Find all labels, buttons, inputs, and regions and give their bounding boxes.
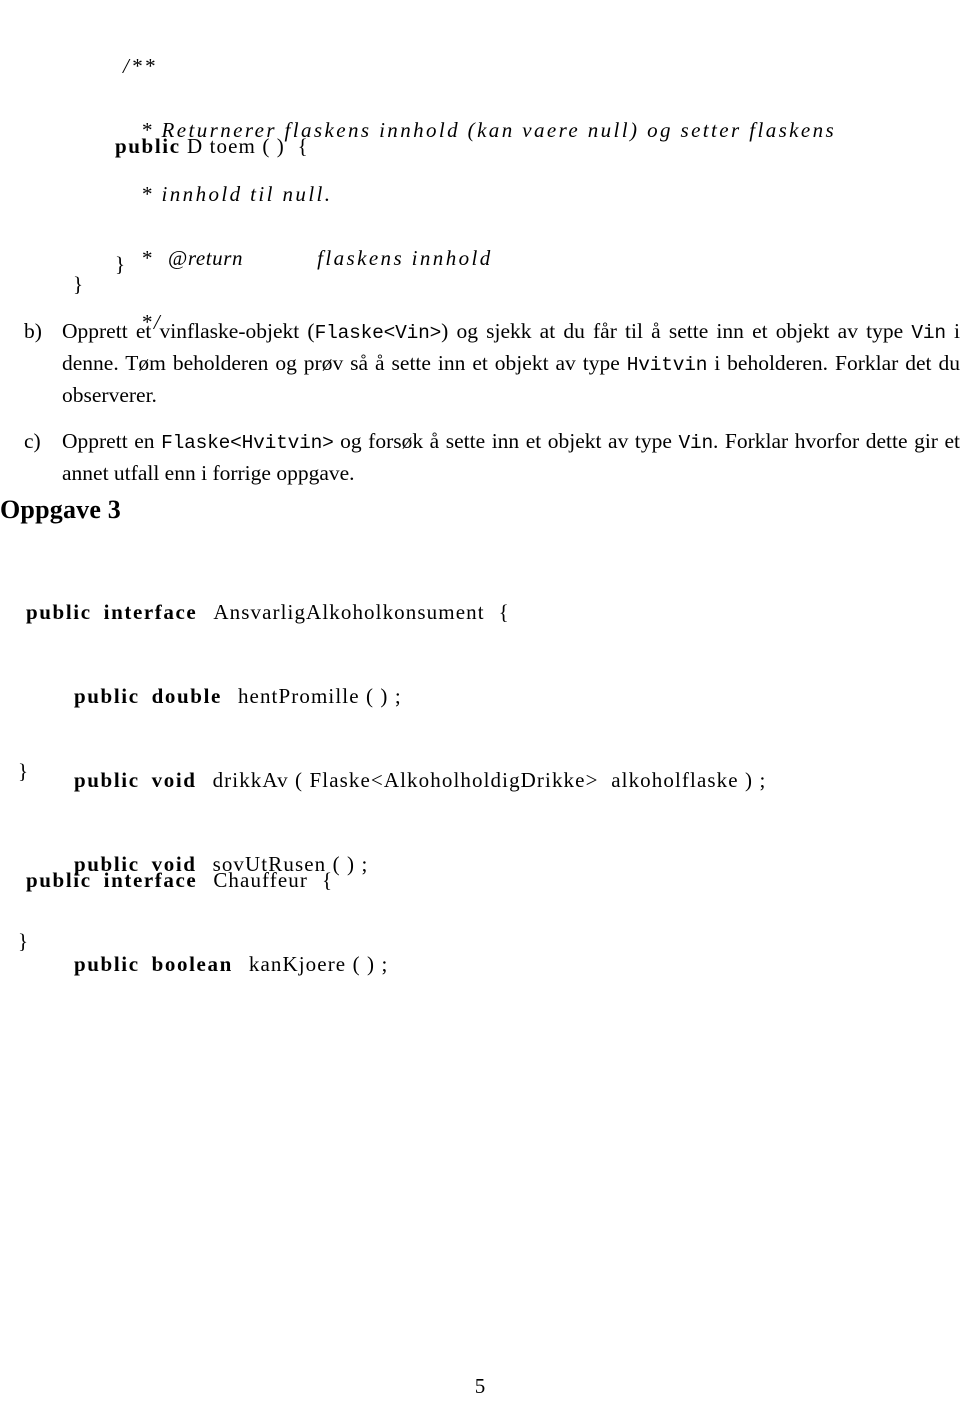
task-b-code-flaske-vin: Flaske<Vin>	[314, 322, 442, 344]
javadoc-return-star: *	[141, 246, 154, 270]
keyword-public: public	[115, 134, 181, 158]
interface-1-close-brace-glyph: }	[18, 759, 30, 783]
task-list: b) Opprett et vinflaske-objekt (Flaske<V…	[24, 316, 960, 504]
task-c-code-vin: Vin	[678, 432, 713, 454]
closing-brace-outer: }	[57, 258, 84, 311]
javadoc-open-token: /**	[123, 54, 158, 78]
method-4-keyword-public: public	[74, 952, 140, 976]
interface-1-open-brace: {	[498, 600, 510, 624]
task-b-text-1: Opprett et vinflaske-objekt (	[62, 319, 315, 343]
javadoc-return-tag: @return	[167, 246, 244, 270]
javadoc-text-2: * innhold til null.	[141, 182, 333, 206]
method-4-signature: kanKjoere ( ) ;	[248, 952, 389, 976]
javadoc-comment-block: /** * Returnerer flaskens innhold (kan v…	[99, 4, 836, 360]
interface-2-close-brace: }	[2, 915, 29, 968]
interface-2-close-brace-glyph: }	[18, 929, 30, 953]
task-body-b: Opprett et vinflaske-objekt (Flaske<Vin>…	[62, 316, 960, 410]
task-body-c: Opprett en Flaske<Hvitvin> og forsøk å s…	[62, 426, 960, 488]
interface-1-name: AnsvarligAlkoholkonsument	[213, 600, 485, 624]
method-2-keyword-public: public	[74, 768, 140, 792]
page-number: 5	[474, 1374, 486, 1398]
method-1-signature: hentPromille ( ) ;	[237, 684, 402, 708]
section-heading-oppgave-3: Oppgave 3	[0, 495, 121, 524]
task-b-code-hvitvin: Hvitvin	[626, 354, 708, 376]
interface-1-method-hentpromille: public double hentPromille ( ) ;	[50, 670, 766, 718]
interface-1-keyword-interface: interface	[103, 600, 198, 624]
interface-2-open-brace: {	[321, 868, 334, 892]
task-item-c: c) Opprett en Flaske<Hvitvin> og forsøk …	[24, 426, 960, 488]
method-1-keyword-public: public	[74, 684, 140, 708]
task-c-text-2: og forsøk å sette inn et objekt av type	[333, 429, 679, 453]
task-b-code-vin: Vin	[911, 322, 946, 344]
interface-2-keyword-interface: interface	[103, 868, 198, 892]
method-1-keyword-double: double	[151, 684, 222, 708]
interface-1-method-drikkav: public void drikkAv ( Flaske<Alkoholholdig…	[50, 754, 766, 802]
closing-brace-inner: }	[99, 238, 126, 291]
method-2-keyword-void: void	[151, 768, 197, 792]
interface-2-declaration: public interface Chauffeur {	[2, 854, 388, 902]
task-item-b: b) Opprett et vinflaske-objekt (Flaske<V…	[24, 316, 960, 410]
interface-1-keyword-public: public	[26, 600, 92, 624]
javadoc-open-line: /**	[99, 40, 836, 77]
brace-glyph-outer: }	[73, 272, 85, 296]
task-c-text-1: Opprett en	[62, 429, 162, 453]
interface-2-keyword-public: public	[26, 868, 92, 892]
brace-glyph-inner: }	[115, 252, 127, 276]
interface-chauffeur: public interface Chauffeur { public boolean k…	[2, 818, 388, 1022]
method-4-keyword-boolean: boolean	[151, 952, 233, 976]
method-2-signature: drikkAv ( Flaske<AlkoholholdigDrikke> al…	[212, 768, 767, 792]
task-c-code-flaske-hvitvin: Flaske<Hvitvin>	[161, 432, 334, 454]
document-page: /** * Returnerer flaskens innhold (kan v…	[0, 0, 960, 1417]
javadoc-return-description: flaskens innhold	[317, 246, 493, 270]
interface-1-declaration: public interface AnsvarligAlkoholkonsument…	[2, 586, 766, 634]
task-b-text-2: ) og sjekk at du får til å sette inn et …	[441, 319, 912, 343]
method-signature-toem: public D toem ( ) {	[99, 120, 309, 173]
method-toem-signature: D toem ( ) {	[180, 134, 309, 158]
interface-2-method-kankjoere: public boolean kanKjoere ( ) ;	[50, 938, 388, 986]
javadoc-return-line: * @return flaskens innhold	[99, 232, 836, 269]
task-marker-c: c)	[24, 429, 41, 453]
task-marker-b: b)	[24, 319, 42, 343]
interface-2-name: Chauffeur	[213, 868, 308, 892]
interface-1-close-brace: }	[2, 745, 29, 798]
